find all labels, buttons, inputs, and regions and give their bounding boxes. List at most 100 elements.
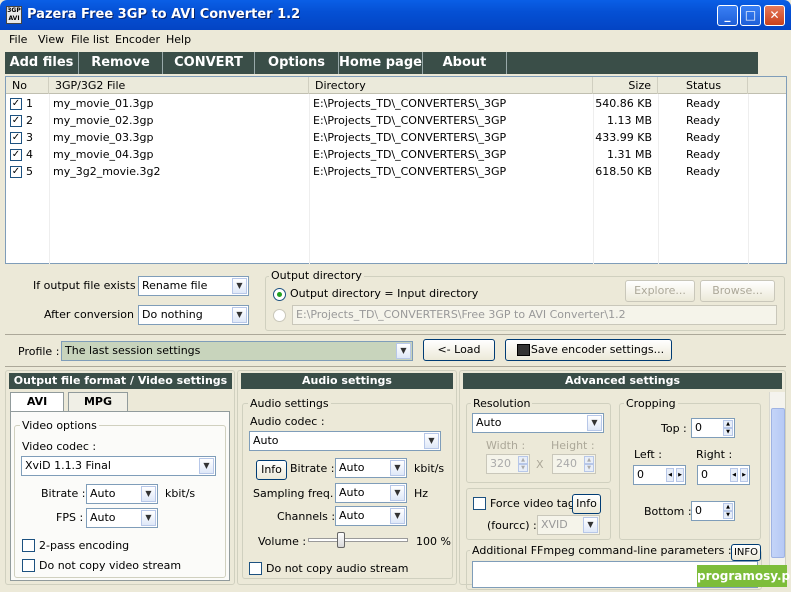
video-codec-select[interactable]: XviD 1.1.3 Final ▼	[21, 456, 216, 476]
audio-info-button[interactable]: Info	[256, 460, 287, 480]
stepper-up-icon[interactable]: ▲	[723, 420, 733, 428]
table-row[interactable]: ✓ 1 my_movie_01.3gp E:\Projects_TD\_CONV…	[6, 95, 786, 112]
no-copy-audio-checkbox[interactable]	[249, 562, 262, 575]
minimize-button[interactable]: _	[717, 5, 738, 26]
about-button[interactable]: About	[423, 52, 507, 74]
two-pass-checkbox[interactable]	[22, 539, 35, 552]
chevron-down-icon[interactable]: ▼	[390, 485, 405, 501]
load-button[interactable]: <- Load	[423, 339, 495, 361]
crop-top-value: 0	[695, 421, 702, 434]
volume-slider-track[interactable]	[308, 538, 408, 542]
explore-button[interactable]: Explore...	[625, 280, 695, 302]
header-directory[interactable]: Directory	[309, 77, 593, 94]
if-exists-select[interactable]: Rename file ▼	[138, 276, 249, 296]
video-bitrate-value: Auto	[90, 487, 116, 500]
chevron-down-icon[interactable]: ▼	[424, 433, 439, 449]
table-row[interactable]: ✓ 5 my_3g2_movie.3g2 E:\Projects_TD\_CON…	[6, 163, 786, 180]
chevron-down-icon[interactable]: ▼	[141, 486, 156, 502]
crop-top-stepper[interactable]: 0 ▲ ▼	[691, 418, 735, 438]
chevron-down-icon[interactable]: ▼	[232, 278, 247, 294]
table-row[interactable]: ✓ 2 my_movie_02.3gp E:\Projects_TD\_CONV…	[6, 112, 786, 129]
no-copy-video-checkbox[interactable]	[22, 559, 35, 572]
menu-file[interactable]: File	[9, 33, 27, 46]
chevron-down-icon[interactable]: ▼	[141, 510, 156, 526]
advanced-scrollbar[interactable]	[769, 392, 785, 568]
row-checkbox[interactable]: ✓	[10, 98, 22, 110]
maximize-button[interactable]: □	[740, 5, 761, 26]
video-bitrate-select[interactable]: Auto ▼	[86, 484, 158, 504]
height-stepper[interactable]: 240 ▲ ▼	[552, 454, 596, 474]
audio-bitrate-select[interactable]: Auto ▼	[335, 458, 407, 478]
header-status[interactable]: Status	[658, 77, 748, 94]
crop-bottom-stepper[interactable]: 0 ▲ ▼	[691, 501, 735, 521]
stepper-left-icon[interactable]: ◀	[730, 468, 738, 482]
crop-right-stepper[interactable]: 0 ◀ ▶	[697, 465, 750, 485]
stepper-down-icon[interactable]: ▼	[723, 511, 733, 519]
force-tag-info-button[interactable]: Info	[572, 494, 601, 514]
file-list[interactable]: No 3GP/3G2 File Directory Size Status ✓ …	[5, 76, 787, 264]
output-path-input[interactable]: E:\Projects_TD\_CONVERTERS\Free 3GP to A…	[292, 305, 777, 325]
radio-same-directory[interactable]	[273, 288, 286, 301]
title-bar[interactable]: 3GP AVI Pazera Free 3GP to AVI Converter…	[0, 0, 791, 30]
stepper-down-icon[interactable]: ▼	[518, 464, 528, 472]
force-tag-checkbox[interactable]	[473, 497, 486, 510]
resolution-select[interactable]: Auto ▼	[472, 413, 604, 433]
radio-custom-directory[interactable]	[273, 309, 286, 322]
row-file: my_movie_03.3gp	[53, 131, 154, 144]
chevron-down-icon[interactable]: ▼	[199, 458, 214, 474]
stepper-right-icon[interactable]: ▶	[676, 468, 684, 482]
scrollbar-thumb[interactable]	[771, 408, 785, 558]
crop-left-stepper[interactable]: 0 ◀ ▶	[633, 465, 686, 485]
stepper-up-icon[interactable]: ▲	[723, 503, 733, 511]
stepper-down-icon[interactable]: ▼	[723, 428, 733, 436]
close-button[interactable]: ✕	[764, 5, 785, 26]
chevron-down-icon[interactable]: ▼	[587, 415, 602, 431]
chevron-down-icon[interactable]: ▼	[232, 307, 247, 323]
tab-avi[interactable]: AVI	[10, 392, 64, 412]
channels-select[interactable]: Auto ▼	[335, 506, 407, 526]
ffmpeg-info-button[interactable]: INFO	[731, 544, 761, 561]
options-button[interactable]: Options	[255, 52, 339, 74]
row-checkbox[interactable]: ✓	[10, 115, 22, 127]
row-checkbox[interactable]: ✓	[10, 149, 22, 161]
stepper-right-icon[interactable]: ▶	[740, 468, 748, 482]
menu-file-list[interactable]: File list	[71, 33, 109, 46]
width-stepper[interactable]: 320 ▲ ▼	[486, 454, 530, 474]
chevron-down-icon[interactable]: ▼	[390, 508, 405, 524]
row-checkbox[interactable]: ✓	[10, 132, 22, 144]
sampling-freq-select[interactable]: Auto ▼	[335, 483, 407, 503]
audio-codec-select[interactable]: Auto ▼	[249, 431, 441, 451]
header-file[interactable]: 3GP/3G2 File	[49, 77, 309, 94]
convert-button[interactable]: CONVERT	[163, 52, 255, 74]
browse-button[interactable]: Browse...	[700, 280, 775, 302]
chevron-down-icon[interactable]: ▼	[390, 460, 405, 476]
header-no[interactable]: No	[6, 77, 49, 94]
save-settings-button[interactable]: Save encoder settings...	[505, 339, 672, 361]
row-directory: E:\Projects_TD\_CONVERTERS\_3GP	[313, 114, 507, 127]
row-checkbox[interactable]: ✓	[10, 166, 22, 178]
add-files-button[interactable]: Add files	[5, 52, 79, 74]
chevron-down-icon[interactable]: ▼	[583, 517, 598, 533]
table-row[interactable]: ✓ 4 my_movie_04.3gp E:\Projects_TD\_CONV…	[6, 146, 786, 163]
after-conversion-select[interactable]: Do nothing ▼	[138, 305, 249, 325]
menu-view[interactable]: View	[38, 33, 64, 46]
menu-help[interactable]: Help	[166, 33, 191, 46]
stepper-up-icon[interactable]: ▲	[584, 456, 594, 464]
after-conversion-value: Do nothing	[142, 308, 203, 321]
stepper-left-icon[interactable]: ◀	[666, 468, 674, 482]
fourcc-select[interactable]: XVID ▼	[537, 515, 600, 535]
stepper-down-icon[interactable]: ▼	[584, 464, 594, 472]
header-size[interactable]: Size	[593, 77, 658, 94]
menu-encoder[interactable]: Encoder	[115, 33, 160, 46]
fps-select[interactable]: Auto ▼	[86, 508, 158, 528]
tab-mpg[interactable]: MPG	[68, 392, 128, 412]
home-page-button[interactable]: Home page	[339, 52, 423, 74]
table-row[interactable]: ✓ 3 my_movie_03.3gp E:\Projects_TD\_CONV…	[6, 129, 786, 146]
after-conversion-label: After conversion :	[44, 308, 142, 321]
stepper-up-icon[interactable]: ▲	[518, 456, 528, 464]
chevron-down-icon[interactable]: ▼	[396, 343, 411, 359]
profile-select[interactable]: The last session settings ▼	[61, 341, 413, 361]
volume-slider-knob[interactable]	[337, 532, 345, 548]
remove-button[interactable]: Remove	[79, 52, 163, 74]
row-directory: E:\Projects_TD\_CONVERTERS\_3GP	[313, 165, 507, 178]
